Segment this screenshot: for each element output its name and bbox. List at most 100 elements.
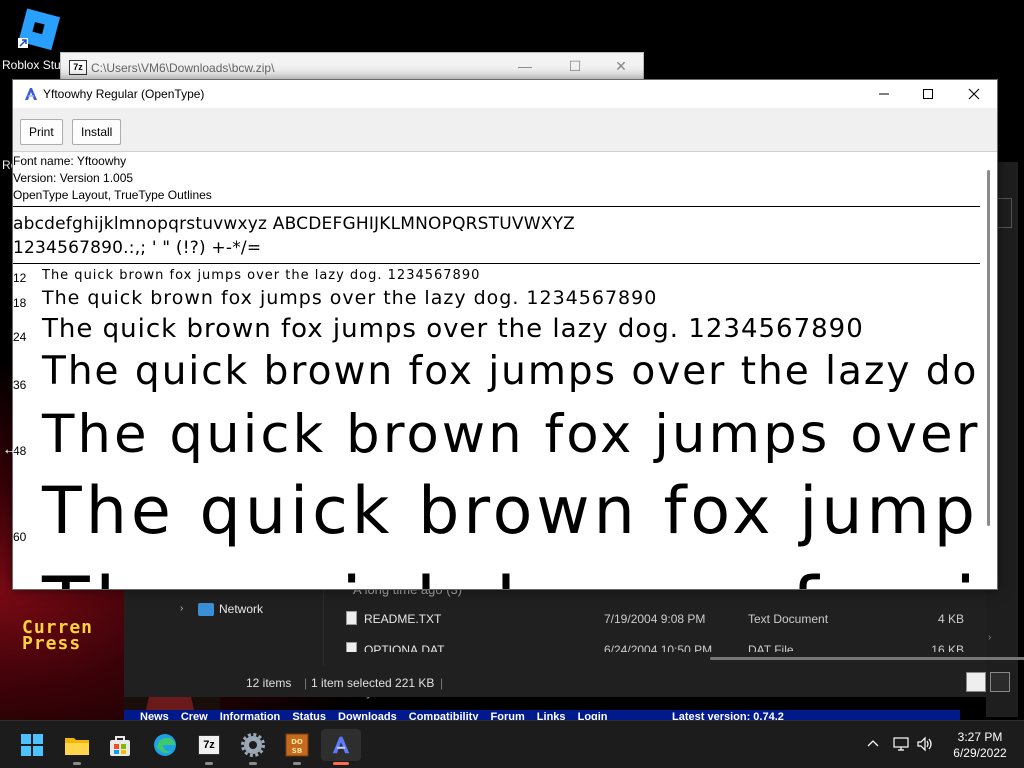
minimize-button[interactable] <box>861 80 907 108</box>
taskbar: 7z DO SB 3:27 PM 6/29/2022 <box>0 720 1024 768</box>
taskbar-dosbox[interactable]: DO SB <box>277 729 317 765</box>
clock-date: 6/29/2022 <box>953 746 1007 760</box>
close-icon <box>968 88 980 100</box>
size-label-60: 60 <box>13 530 27 544</box>
store-icon <box>110 736 130 756</box>
running-indicator <box>249 762 257 765</box>
file-name: OPTIONA.DAT <box>364 643 445 652</box>
explorer-status-bar: 12 items | 1 item selected 221 KB | <box>124 669 1010 695</box>
network-tray-button[interactable] <box>892 736 910 755</box>
size-label-12: 12 <box>13 271 27 285</box>
close-button[interactable] <box>951 80 997 108</box>
dosbox-icon: DO SB <box>285 733 309 757</box>
resize-cursor-icon: ↔ <box>2 441 18 458</box>
status-separator: | <box>304 676 308 690</box>
file-size: 4 KB <box>937 612 964 626</box>
svg-text:SB: SB <box>292 747 302 755</box>
font-viewer-window: Yftoowhy Regular (OpenType) Print Instal… <box>12 79 998 590</box>
chevron-icon: › <box>988 632 992 643</box>
roblox-studio-icon <box>18 8 60 51</box>
explorer-nav-pane: › Network <box>124 587 324 665</box>
file-date: 7/19/2004 9:08 PM <box>604 612 706 626</box>
font-file-icon <box>25 88 37 100</box>
network-icon <box>893 737 909 751</box>
taskbar-file-explorer[interactable] <box>57 729 97 765</box>
file-row[interactable]: README.TXT 7/19/2004 9:08 PM Text Docume… <box>346 607 976 631</box>
font-version-line: Version: Version 1.005 <box>13 171 134 185</box>
volume-icon <box>917 736 932 752</box>
taskbar-font-viewer[interactable] <box>321 729 361 765</box>
settings-icon <box>241 733 265 757</box>
charset-letters: abcdefghijklmnopqrstuvwxyz ABCDEFGHIJKLM… <box>13 214 576 234</box>
sample-text-24: The quick brown fox jumps over the lazy … <box>42 314 864 344</box>
maximize-icon <box>923 89 933 99</box>
active-indicator <box>333 762 349 765</box>
text-file-icon <box>346 611 357 625</box>
7zip-icon: 7z <box>198 735 220 755</box>
size-label-24: 24 <box>13 330 27 344</box>
details-view-button[interactable] <box>966 672 986 692</box>
dat-file-icon <box>346 642 357 652</box>
taskbar-7zip[interactable]: 7z <box>189 729 229 765</box>
sample-text-60: The quick brown fox jumps over the lazy … <box>42 474 997 549</box>
file-row[interactable]: OPTIONA.DAT 6/24/2004 10:50 PM DAT File … <box>346 638 976 652</box>
minimize-icon <box>879 93 889 95</box>
print-button[interactable]: Print <box>20 119 63 145</box>
divider <box>13 263 980 264</box>
scrollbar-thumb[interactable] <box>987 170 990 526</box>
font-viewer-title: Yftoowhy Regular (OpenType) <box>43 87 205 101</box>
sample-text-18: The quick brown fox jumps over the lazy … <box>42 287 658 309</box>
sample-text-48: The quick brown fox jumps over the lazy … <box>42 404 997 465</box>
font-name-line: Font name: Yftoowhy <box>13 154 127 168</box>
file-name: README.TXT <box>364 612 442 626</box>
size-label-36: 36 <box>13 378 27 392</box>
nav-item-network[interactable]: Network <box>219 602 263 616</box>
font-viewer-titlebar[interactable]: Yftoowhy Regular (OpenType) <box>13 80 997 108</box>
tiles-view-button[interactable] <box>990 672 1010 692</box>
explorer-close-button[interactable]: ✕ <box>601 58 641 78</box>
explorer-titlebar[interactable]: 7z C:\Users\VM6\Downloads\bcw.zip\ — ☐ ✕ <box>60 52 644 82</box>
file-type: DAT File <box>748 643 794 652</box>
taskbar-settings[interactable] <box>233 729 273 765</box>
sample-text-72: The quick brown fox jumps over the lazy … <box>42 562 997 589</box>
clock-time: 3:27 PM <box>957 730 1003 744</box>
svg-text:DO: DO <box>291 738 303 746</box>
file-date: 6/24/2004 10:50 PM <box>604 643 713 652</box>
status-item-count: 12 items <box>246 676 292 690</box>
font-viewer-toolbar: Print Install <box>13 108 997 152</box>
running-indicator <box>293 762 301 765</box>
explorer-horizontal-scrollbar[interactable] <box>710 657 1024 660</box>
show-hidden-icons-button[interactable] <box>866 736 880 753</box>
divider <box>13 206 980 207</box>
file-type: Text Document <box>748 612 829 626</box>
roblox-studio-label: Roblox Stu <box>2 58 61 72</box>
taskbar-clock[interactable]: 3:27 PM 6/29/2022 <box>940 729 1020 761</box>
edge-icon <box>154 734 176 756</box>
start-button[interactable] <box>12 729 52 761</box>
running-indicator <box>205 762 213 765</box>
file-explorer-icon <box>65 738 89 755</box>
install-button[interactable]: Install <box>72 119 122 145</box>
taskbar-store[interactable] <box>100 729 140 761</box>
charset-digits-symbols: 1234567890.:,; ' " (!?) +-*/= <box>13 238 262 258</box>
explorer-maximize-button[interactable]: ☐ <box>555 58 595 78</box>
status-selected: 1 item selected 221 KB <box>311 676 435 690</box>
vertical-scrollbar[interactable] <box>980 152 997 589</box>
status-separator: | <box>440 676 444 690</box>
font-layout-line: OpenType Layout, TrueType Outlines <box>13 188 212 202</box>
font-viewer-icon <box>332 736 350 754</box>
volume-tray-button[interactable] <box>916 736 934 755</box>
sample-text-36: The quick brown fox jumps over the lazy … <box>42 349 997 394</box>
explorer-minimize-button[interactable]: — <box>505 58 545 78</box>
chevron-right-icon[interactable]: › <box>180 603 183 614</box>
maximize-button[interactable] <box>905 80 951 108</box>
chevron-up-icon <box>867 740 879 747</box>
7zip-app-icon: 7z <box>69 60 87 75</box>
font-preview-area: Font name: Yftoowhy Version: Version 1.0… <box>13 152 997 589</box>
file-size: 16 KB <box>931 643 964 652</box>
network-icon <box>198 603 214 616</box>
sample-text-12: The quick brown fox jumps over the lazy … <box>42 268 481 283</box>
size-label-18: 18 <box>13 296 27 310</box>
taskbar-edge[interactable] <box>145 729 185 761</box>
explorer-title-path: C:\Users\VM6\Downloads\bcw.zip\ <box>91 61 275 75</box>
